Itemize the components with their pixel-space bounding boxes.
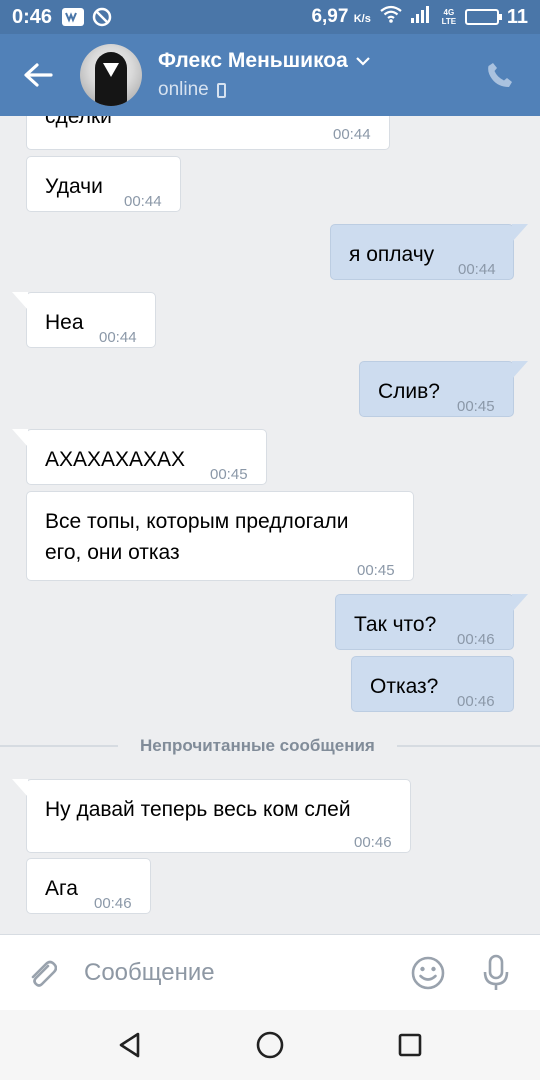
message-time: 00:46: [457, 631, 495, 648]
mobile-device-icon: [216, 82, 226, 98]
message-list[interactable]: сделки 00:44 Удачи 00:44 я оплачу 00:44 Неа 00:…: [0, 116, 540, 934]
nav-back-button[interactable]: [100, 1015, 160, 1075]
message-text: АХАХАХАХАХ: [45, 448, 186, 471]
bubble-tail: [12, 779, 28, 797]
incoming-message[interactable]: Все топы, которым предлогали его, они от…: [26, 491, 414, 581]
contact-name: Флекс Меньшикоа: [158, 49, 348, 72]
message-text: Удачи: [45, 175, 103, 198]
message-composer: Сообщение: [0, 934, 540, 1010]
status-time: 0:46: [12, 5, 53, 28]
message-time: 00:45: [457, 398, 495, 415]
incoming-message[interactable]: Неа 00:44: [26, 292, 156, 348]
arrow-left-icon: [24, 63, 53, 87]
message-time: 00:45: [210, 466, 248, 483]
wifi-icon: [379, 5, 403, 29]
nav-home-button[interactable]: [240, 1015, 300, 1075]
status-bar: 0:46 6,97 K/s 4G LTE 11: [0, 0, 540, 34]
outgoing-message[interactable]: Так что? 00:46: [335, 594, 514, 650]
microphone-icon: [483, 954, 509, 990]
attach-button[interactable]: [22, 953, 62, 993]
message-text: я оплачу: [349, 243, 435, 266]
circle-home-icon: [256, 1031, 284, 1059]
emoji-button[interactable]: [406, 951, 450, 995]
message-text: Так что?: [354, 613, 437, 636]
divider-line-left: [0, 745, 118, 747]
status-right: 6,97 K/s 4G LTE 11: [311, 5, 528, 29]
message-text: Отказ?: [370, 675, 439, 698]
incoming-message[interactable]: сделки 00:44: [26, 116, 390, 150]
back-button[interactable]: [18, 55, 58, 95]
network-speed-value: 6,97: [311, 6, 349, 27]
message-time: 00:45: [357, 562, 395, 579]
bubble-tail: [512, 594, 528, 612]
battery-icon: [464, 9, 502, 25]
unread-divider: Непрочитанные сообщения: [0, 734, 540, 758]
incoming-message[interactable]: Удачи 00:44: [26, 156, 181, 212]
smile-icon: [411, 956, 445, 989]
message-text: Неа: [45, 311, 84, 334]
message-time: 00:44: [333, 126, 371, 143]
bubble-tail: [12, 292, 28, 310]
message-time: 00:46: [354, 834, 392, 851]
nav-recent-button[interactable]: [380, 1015, 440, 1075]
message-text: Ну давай теперь весь ком слей: [45, 798, 351, 821]
chat-header: Флекс Меньшикоа online: [0, 34, 540, 116]
chevron-down-icon: [356, 56, 370, 66]
network-speed: 6,97 K/s: [311, 6, 370, 28]
message-time: 00:44: [458, 261, 496, 278]
incoming-message[interactable]: Ага 00:46: [26, 858, 151, 914]
vk-notification-icon: [62, 8, 85, 26]
message-text: Слив?: [378, 380, 440, 403]
contact-info[interactable]: Флекс Меньшикоа online: [158, 49, 478, 101]
outgoing-message[interactable]: я оплачу 00:44: [330, 224, 514, 280]
message-input[interactable]: Сообщение: [84, 959, 382, 987]
message-time: 00:44: [124, 193, 162, 210]
system-nav-bar: [0, 1010, 540, 1080]
bubble-tail: [12, 429, 28, 447]
square-recent-icon: [398, 1033, 422, 1057]
network-speed-unit: K/s: [353, 13, 371, 25]
contact-status: online: [158, 79, 209, 100]
unread-label: Непрочитанные сообщения: [140, 736, 375, 755]
do-not-disturb-icon: [92, 7, 112, 27]
phone-icon: [488, 63, 512, 87]
avatar[interactable]: [80, 44, 142, 106]
outgoing-message[interactable]: Слив? 00:45: [359, 361, 514, 417]
voice-button[interactable]: [474, 951, 518, 995]
call-button[interactable]: [478, 53, 522, 97]
triangle-back-icon: [119, 1032, 140, 1058]
divider-line-right: [396, 745, 540, 747]
message-time: 00:44: [99, 329, 137, 346]
message-time: 00:46: [457, 693, 495, 710]
incoming-message[interactable]: АХАХАХАХАХ 00:45: [26, 429, 267, 485]
contact-name-row: Флекс Меньшикоа: [158, 49, 478, 73]
lte-icon: 4G LTE: [441, 8, 457, 26]
battery-level: 11: [506, 5, 528, 28]
avatar-figure: [95, 52, 127, 106]
message-text: Ага: [45, 877, 78, 900]
message-text: Все топы, которым предлогали его, они от…: [45, 510, 349, 564]
message-time: 00:46: [94, 895, 132, 912]
incoming-message[interactable]: Ну давай теперь весь ком слей 00:46: [26, 779, 411, 853]
paperclip-icon: [31, 960, 57, 987]
message-text: сделки: [45, 116, 112, 128]
bubble-tail: [512, 361, 528, 379]
bubble-tail: [512, 224, 528, 242]
outgoing-message[interactable]: Отказ? 00:46: [351, 656, 514, 712]
signal-icon: [410, 5, 433, 29]
contact-status-row: online: [158, 79, 478, 101]
